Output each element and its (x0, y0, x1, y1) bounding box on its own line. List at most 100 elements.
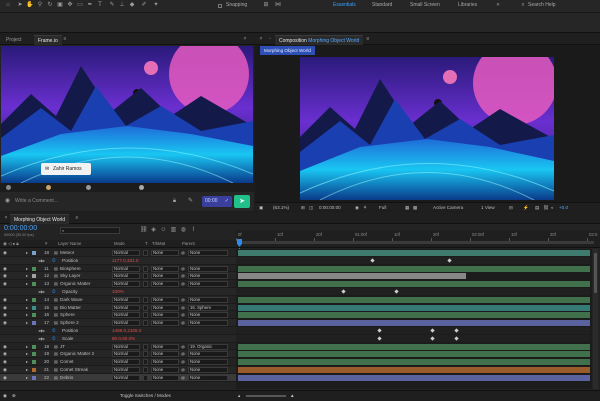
layer-duration-bar[interactable] (238, 250, 590, 256)
layer-duration-bar[interactable] (238, 265, 590, 272)
col-layer-name[interactable]: Layer Name (58, 240, 81, 248)
workspace-more-icon[interactable]: » (494, 2, 502, 9)
preserve-transparency-toggle[interactable] (143, 312, 148, 319)
snap-icon[interactable]: ⋈ (274, 2, 282, 9)
panel-close-icon[interactable]: × (258, 36, 264, 43)
visibility-eye-icon[interactable]: ◉ (3, 319, 7, 327)
comment-scrub-bar[interactable] (0, 183, 254, 192)
visibility-eye-icon[interactable]: ◉ (3, 272, 7, 280)
timeline-search[interactable]: ⌕ (60, 227, 120, 234)
puppet-tool-icon[interactable]: ✦ (152, 2, 160, 9)
expand-arrow-icon[interactable]: ▸ (26, 358, 28, 366)
keyframe-nav-icon[interactable]: ◂◆▸ (38, 257, 45, 265)
workspace-standard[interactable]: Standard (372, 2, 392, 8)
frameio-video-preview[interactable] (1, 46, 253, 183)
trkmat-dropdown[interactable]: None (151, 273, 179, 280)
keyframe-marker[interactable] (454, 328, 460, 334)
keyframe-marker[interactable] (369, 258, 375, 263)
graph-editor-icon[interactable]: ⌇ (190, 227, 197, 234)
layer-name[interactable]: Sphere (60, 311, 112, 319)
type-tool-icon[interactable]: T (96, 2, 104, 9)
layer-row[interactable]: ◉ ▸ 21 ▤ Comet Streak Normal None @ None (0, 366, 236, 374)
layer-name[interactable]: Bio Matter (60, 304, 112, 312)
show-snapshot-icon[interactable]: ⚘ (363, 203, 367, 212)
brush-tool-icon[interactable]: ✎ (108, 2, 116, 9)
zoom-dropdown[interactable]: (63.1%) (273, 203, 289, 212)
preserve-transparency-toggle[interactable] (143, 296, 148, 303)
expand-arrow-icon[interactable]: ▸ (26, 350, 28, 358)
selection-tool-icon[interactable]: ➤ (16, 2, 24, 9)
pickwhip-icon[interactable]: @ (181, 358, 185, 366)
current-time-indicator[interactable] (237, 239, 242, 247)
layer-duration-bar[interactable] (238, 312, 590, 319)
trkmat-dropdown[interactable]: None (151, 359, 179, 366)
parent-dropdown[interactable]: None (188, 265, 228, 272)
keyframe-marker[interactable] (430, 328, 435, 334)
grid-icon[interactable]: ⊞ (301, 203, 305, 212)
visibility-eye-icon[interactable]: ◉ (3, 280, 7, 288)
panel-close-icon[interactable]: × (242, 36, 248, 43)
transparency-grid-icon[interactable]: ▩ (413, 203, 417, 212)
exposure-icon[interactable]: ◐ (551, 203, 554, 212)
layer-name[interactable]: Comet (60, 358, 112, 366)
parent-dropdown[interactable]: None (188, 374, 228, 381)
blend-mode-dropdown[interactable]: Normal (112, 367, 140, 373)
preserve-transparency-toggle[interactable] (143, 265, 148, 272)
property-row[interactable]: ◂◆▸ ⏱︎ Opacity 100% (0, 288, 236, 296)
label-color-swatch[interactable] (32, 321, 36, 326)
frame-blend-icon[interactable]: ▥ (170, 227, 177, 234)
layer-duration-bar[interactable] (238, 343, 590, 350)
scrollbar-thumb[interactable] (594, 253, 597, 293)
expand-arrow-icon[interactable]: ▸ (26, 374, 28, 382)
layer-row[interactable]: ◉ ▸ 17 ▤ Sphere 2 Normal None @ None (0, 319, 236, 327)
rotate-tool-icon[interactable]: ↻ (46, 2, 54, 9)
send-button[interactable]: ➤ (234, 195, 250, 208)
property-row[interactable]: ◂◆▸ ⏱︎ Position 1177.0,331.0 (0, 256, 236, 265)
property-value[interactable]: 1177.0,331.0 (112, 257, 172, 265)
blend-mode-dropdown[interactable]: Normal (112, 250, 140, 256)
visibility-eye-icon[interactable]: ◉ (3, 350, 7, 358)
label-color-swatch[interactable] (32, 251, 36, 255)
panel-menu-icon[interactable]: ≡ (365, 36, 371, 43)
layer-row[interactable]: ◉ ▸ 16 ▤ Sphere Normal None @ None (0, 311, 236, 320)
camera-dropdown[interactable]: Active Camera (433, 203, 463, 212)
pickwhip-icon[interactable]: @ (181, 296, 185, 304)
parent-dropdown[interactable]: None (188, 359, 228, 366)
blend-mode-dropdown[interactable]: Normal (112, 374, 140, 381)
property-value[interactable]: 80.0,80.0% (112, 335, 172, 343)
layer-duration-bar[interactable] (238, 320, 590, 327)
layer-row[interactable]: ◉ ▸ 18 ▤ Meteor Normal None @ None (0, 249, 236, 257)
label-color-swatch[interactable] (32, 368, 36, 372)
visibility-eye-icon[interactable]: ◉ (3, 358, 7, 366)
layer-name[interactable]: JT (60, 343, 112, 351)
preserve-transparency-toggle[interactable] (143, 374, 148, 381)
layer-duration-bar[interactable] (238, 374, 590, 381)
pickwhip-icon[interactable]: @ (181, 366, 185, 374)
timecode-toggle[interactable]: 00:00 ✓ (202, 196, 232, 207)
lock-icon[interactable]: 🔒︎ (171, 198, 178, 205)
keyframe-nav-icon[interactable]: ◂◆▸ (38, 327, 45, 335)
parent-dropdown[interactable]: None (188, 296, 228, 303)
region-icon[interactable]: ▦ (405, 203, 409, 212)
tab-frameio[interactable]: Frame.io (34, 35, 62, 45)
expand-arrow-icon[interactable]: ▸ (26, 319, 28, 327)
trkmat-dropdown[interactable]: None (151, 265, 179, 272)
label-color-swatch[interactable] (32, 266, 36, 271)
preserve-transparency-toggle[interactable] (143, 343, 148, 350)
visibility-eye-icon[interactable]: ◉ (3, 374, 7, 382)
views-icon[interactable]: ⊟ (509, 203, 513, 212)
expand-arrow-icon[interactable]: ▸ (26, 280, 28, 288)
layer-row[interactable]: ◉ ▸ 14 ▤ Dark Wave Normal None @ None (0, 295, 236, 304)
comp-flowchart-icon[interactable]: ⛓ (140, 227, 148, 234)
keyframe-marker[interactable] (447, 258, 453, 263)
eraser-tool-icon[interactable]: ◆ (128, 2, 136, 9)
exposure-value[interactable]: +0.0 (559, 203, 568, 212)
pickwhip-icon[interactable]: @ (181, 311, 185, 319)
shape-tool-icon[interactable]: ▭ (76, 2, 84, 9)
keyframe-marker[interactable] (430, 336, 435, 341)
preserve-transparency-toggle[interactable] (143, 304, 148, 311)
property-value[interactable]: 1469.0,2165.0 (112, 327, 172, 335)
blend-mode-dropdown[interactable]: Normal (112, 343, 140, 350)
clone-tool-icon[interactable]: ⊥ (118, 2, 126, 9)
trkmat-dropdown[interactable]: None (151, 367, 179, 373)
